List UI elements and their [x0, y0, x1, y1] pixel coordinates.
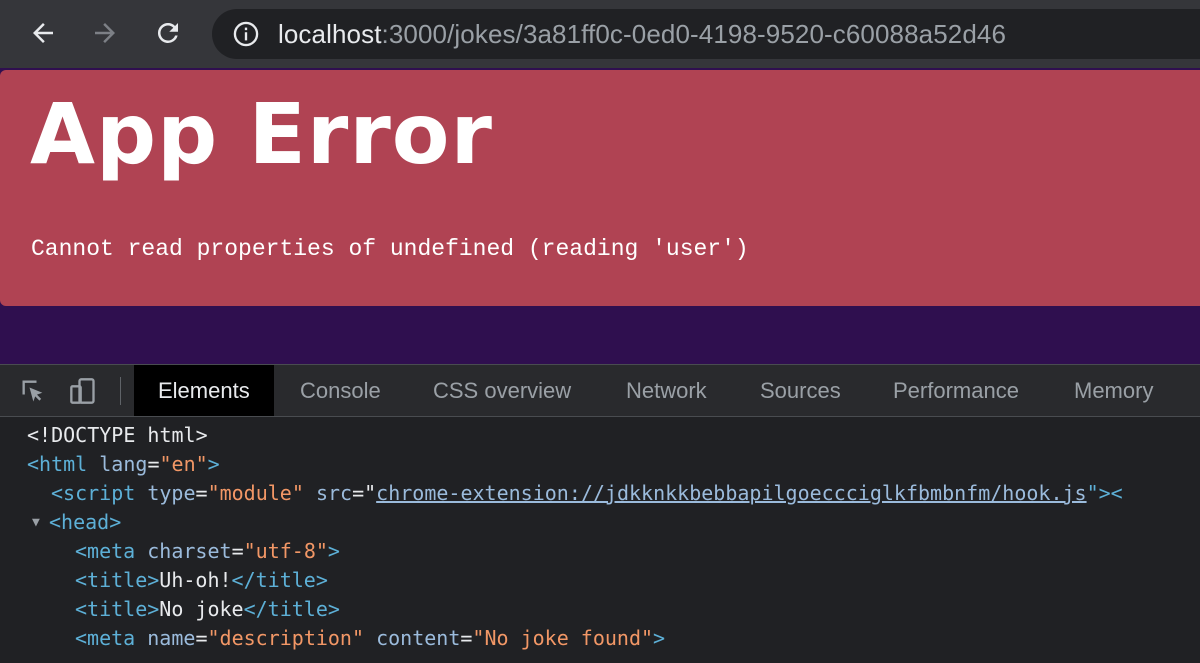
head-tag-open: <head>	[49, 510, 122, 534]
equals-sign: =	[460, 626, 473, 650]
tab-network[interactable]: Network	[626, 365, 707, 416]
url-text: localhost:3000/jokes/3a81ff0c-0ed0-4198-…	[278, 19, 1006, 50]
tab-css-overview[interactable]: CSS overview	[433, 365, 571, 416]
equals-sign: =	[147, 452, 160, 476]
meta-tag-open: <meta	[75, 626, 136, 650]
url-host: localhost	[278, 18, 382, 49]
script-tag-tail: "><	[1086, 481, 1123, 505]
title-text: Uh-oh!	[159, 568, 232, 592]
meta-content-attr: content	[376, 626, 461, 650]
equals-sign: =	[195, 626, 208, 650]
toolbar-divider	[120, 377, 121, 405]
dom-node-meta-description[interactable]: <meta name="description" content="No jok…	[0, 624, 1200, 653]
tab-elements[interactable]: Elements	[134, 365, 274, 416]
meta-tag-close: >	[653, 626, 666, 650]
meta-tag-close: >	[327, 539, 340, 563]
page-viewport: App Error Cannot read properties of unde…	[0, 68, 1200, 364]
dom-tree: <!DOCTYPE html> <html lang="en"> <script…	[0, 421, 1200, 663]
tab-memory[interactable]: Memory	[1074, 365, 1153, 416]
script-src-attr: src	[315, 481, 353, 505]
tab-sources[interactable]: Sources	[760, 365, 841, 416]
title-tag-close: </title>	[231, 568, 328, 592]
devtools-panel: Elements Console CSS overview Network So…	[0, 364, 1200, 663]
reload-icon	[157, 22, 178, 43]
html-tag-close-bracket: >	[207, 452, 220, 476]
doctype-text: <!DOCTYPE html>	[27, 423, 208, 447]
back-button[interactable]	[20, 10, 66, 56]
meta-charset-value: "utf-8"	[243, 539, 328, 563]
script-tag-open: <script	[51, 481, 136, 505]
title-text: No joke	[159, 597, 244, 621]
device-toggle-icon	[70, 378, 95, 404]
meta-content-value: "No joke found"	[472, 626, 654, 650]
meta-name-value: "description"	[207, 626, 365, 650]
script-src-link[interactable]: chrome-extension://jdkknkkbebbapilgoeccc…	[376, 481, 1086, 505]
device-toolbar-button[interactable]	[66, 375, 100, 407]
html-lang-value: "en"	[159, 452, 208, 476]
browser-toolbar: localhost:3000/jokes/3a81ff0c-0ed0-4198-…	[0, 0, 1200, 68]
inspect-cursor-icon	[22, 380, 43, 402]
forward-button[interactable]	[82, 10, 128, 56]
title-tag-close: </title>	[243, 597, 340, 621]
error-title: App Error	[30, 85, 493, 183]
meta-name-attr: name	[147, 626, 196, 650]
address-bar[interactable]: localhost:3000/jokes/3a81ff0c-0ed0-4198-…	[212, 9, 1200, 59]
expand-triangle-icon[interactable]: ▼	[32, 508, 40, 537]
script-type-value: "module"	[207, 481, 304, 505]
dom-node-script[interactable]: <script type="module" src="chrome-extens…	[0, 479, 1200, 508]
equals-sign: =	[231, 539, 244, 563]
equals-sign: ="	[352, 481, 377, 505]
equals-sign: =	[195, 481, 208, 505]
url-path: :3000/jokes/3a81ff0c-0ed0-4198-9520-c600…	[381, 18, 1007, 49]
title-tag-open: <title>	[75, 597, 160, 621]
arrow-left-icon	[33, 23, 53, 43]
info-icon[interactable]	[232, 20, 260, 48]
dom-node-html[interactable]: <html lang="en">	[0, 450, 1200, 479]
reload-button[interactable]	[145, 10, 191, 56]
meta-tag-open: <meta	[75, 539, 136, 563]
dom-node-title-2[interactable]: <title>No joke</title>	[0, 595, 1200, 624]
tab-performance[interactable]: Performance	[893, 365, 1019, 416]
dom-node-meta-charset[interactable]: <meta charset="utf-8">	[0, 537, 1200, 566]
error-panel: App Error Cannot read properties of unde…	[0, 70, 1200, 306]
dom-node-doctype[interactable]: <!DOCTYPE html>	[0, 421, 1200, 450]
html-lang-attr: lang	[99, 452, 148, 476]
devtools-tab-bar: Elements Console CSS overview Network So…	[0, 365, 1200, 417]
dom-node-title-1[interactable]: <title>Uh-oh!</title>	[0, 566, 1200, 595]
script-type-attr: type	[147, 481, 196, 505]
dom-node-head[interactable]: ▼ <head>	[0, 508, 1200, 537]
title-tag-open: <title>	[75, 568, 160, 592]
tab-console[interactable]: Console	[300, 365, 381, 416]
inspect-element-button[interactable]	[16, 375, 50, 407]
arrow-right-icon	[95, 23, 115, 43]
html-tag-open: <html	[27, 452, 88, 476]
error-message: Cannot read properties of undefined (rea…	[31, 236, 749, 262]
meta-charset-attr: charset	[147, 539, 232, 563]
